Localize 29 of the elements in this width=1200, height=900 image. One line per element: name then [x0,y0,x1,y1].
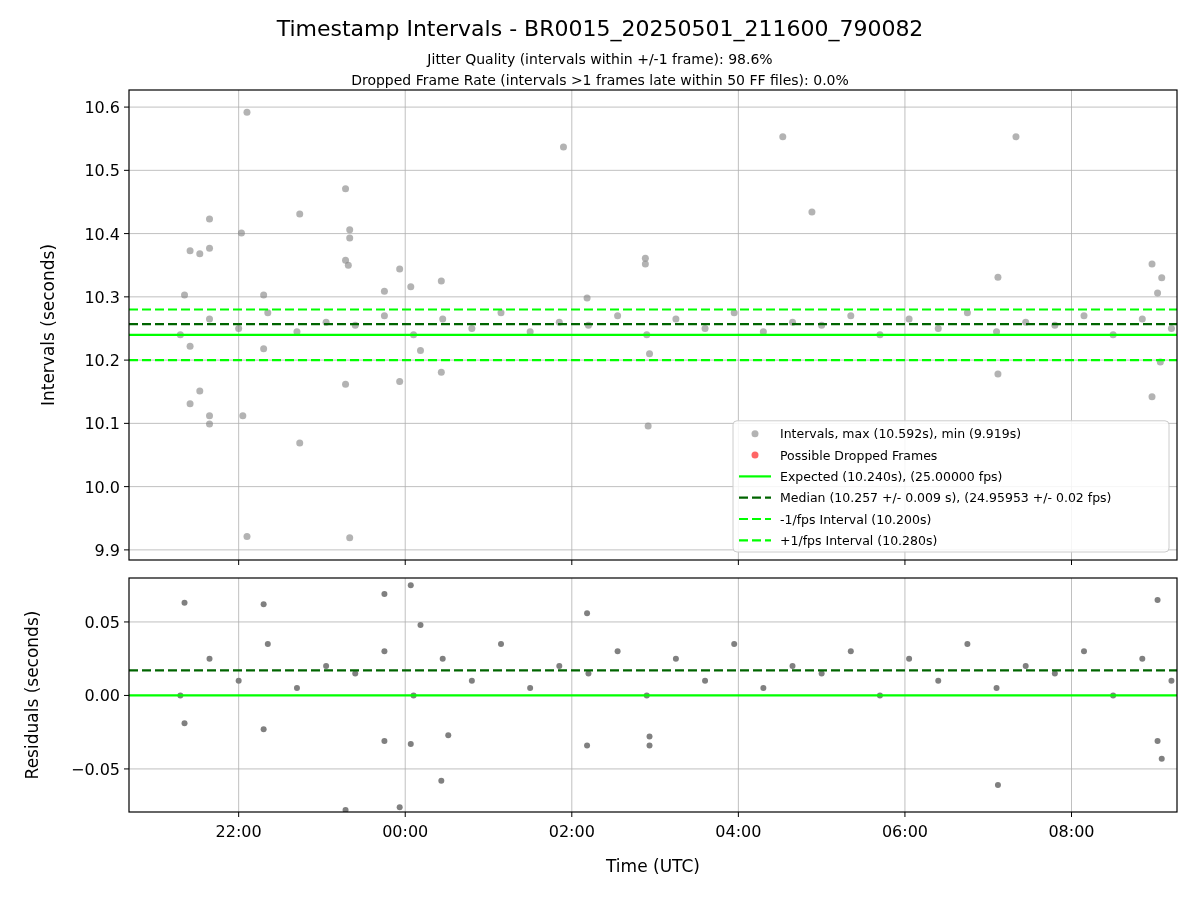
tick-label: 22:00 [215,822,262,841]
tick-label: 10.2 [84,351,120,371]
chart-subtitle: Jitter Quality (intervals within +/-1 frame): 98.6% [427,51,773,67]
tick-label: 10.0 [84,477,120,497]
tick-label: 08:00 [1048,822,1095,841]
tick-label: 9.9 [94,540,120,560]
axis-label: Time (UTC) [606,856,700,876]
tick-label: 10.6 [84,98,120,118]
legend-label: +1/fps Interval (10.280s) [780,532,938,548]
tick-label: 0.05 [84,612,120,632]
tick-label: 04:00 [715,822,762,841]
tick-label: 10.4 [84,224,120,244]
tick-label: 02:00 [548,822,595,841]
legend-label: Possible Dropped Frames [780,447,938,463]
tick-label: −0.05 [70,759,120,779]
legend-label: Intervals, max (10.592s), min (9.919s) [780,426,1022,442]
chart-title: Timestamp Intervals - BR0015_20250501_211600_790082 [276,16,924,41]
tick-label: 0.00 [84,686,120,706]
chart-subtitle: Dropped Frame Rate (intervals >1 frames late within 50 FF files): 0.0% [351,72,849,88]
axis-label: Residuals (seconds) [22,610,42,780]
axis-label: Intervals (seconds) [38,243,58,407]
tick-label: 10.1 [84,414,120,434]
tick-label: 06:00 [881,822,928,841]
legend-label: -1/fps Interval (10.200s) [780,511,932,527]
tick-label: 10.5 [84,161,120,181]
tick-label: 00:00 [382,822,429,841]
legend-label: Expected (10.240s), (25.00000 fps) [780,468,1003,484]
legend-label: Median (10.257 +/- 0.009 s), (24.95953 +/- 0.02 fps) [780,490,1112,506]
tick-label: 10.3 [84,287,120,307]
